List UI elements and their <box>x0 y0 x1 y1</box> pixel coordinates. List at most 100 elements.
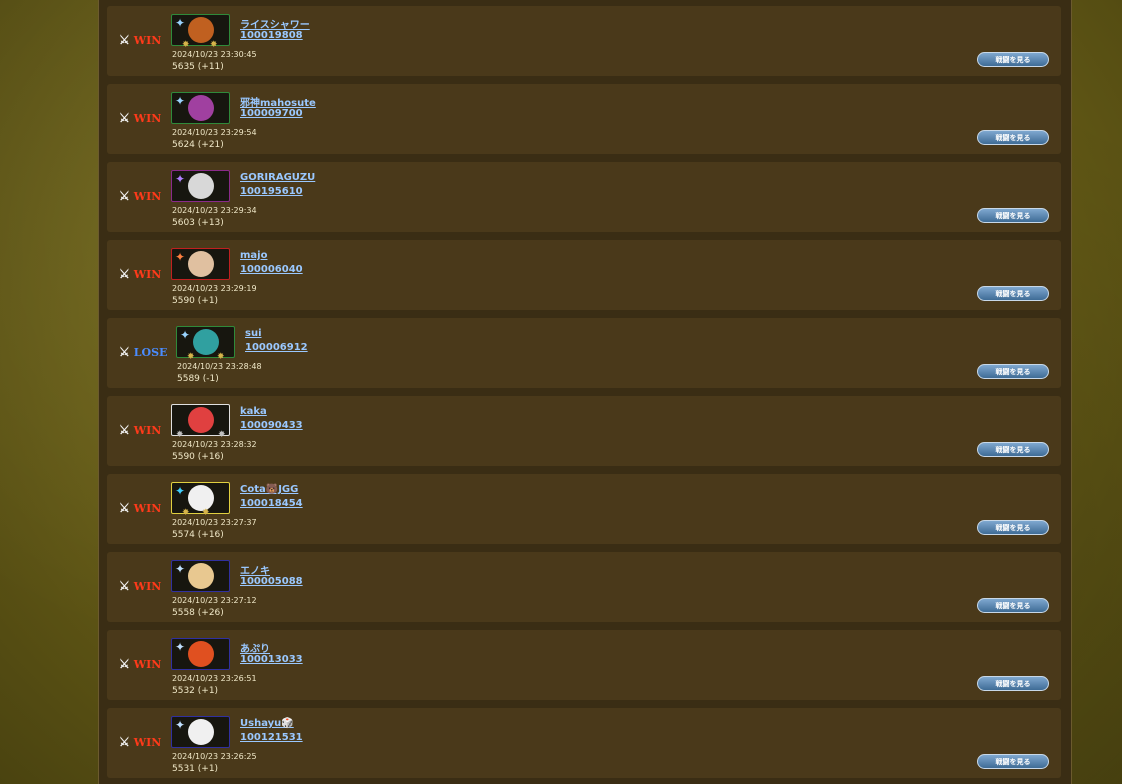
rating-change: 5590 (+1) <box>172 296 219 306</box>
result-label: ⚔ WIN <box>119 267 162 281</box>
default-user-icon <box>188 173 214 199</box>
player-id-link[interactable]: 100195610 <box>240 186 303 197</box>
player-name-link[interactable]: Cota🐻JGG <box>240 484 298 495</box>
rank-badge-icon: ✸ <box>218 430 226 440</box>
watch-battle-button[interactable]: 戦闘を見る <box>977 442 1049 457</box>
player-id-link[interactable]: 100005088 <box>240 576 303 587</box>
match-row: ⚔ WIN ✦ Ushayu🎲 100121531 2024/10/23 23:… <box>107 708 1061 778</box>
player-avatar[interactable]: ✦ <box>171 248 230 280</box>
result-label: ⚔ WIN <box>119 501 162 515</box>
crossed-swords-icon: ⚔ <box>119 345 130 359</box>
watch-battle-button[interactable]: 戦闘を見る <box>977 520 1049 535</box>
match-row: ⚔ WIN ✸ ✸ kaka 100090433 2024/10/23 23:2… <box>107 396 1061 466</box>
player-avatar[interactable]: ✦ <box>171 716 230 748</box>
player-name-link[interactable]: 邪神mahosute <box>240 94 316 109</box>
crossed-swords-icon: ⚔ <box>119 423 130 437</box>
rank-badge-icon: ✸ <box>210 40 218 50</box>
player-id-link[interactable]: 100121531 <box>240 732 303 743</box>
avatar-face-icon <box>188 485 214 511</box>
match-timestamp: 2024/10/23 23:28:48 <box>177 362 262 371</box>
player-name-link[interactable]: sui <box>245 328 262 339</box>
rank-badge-icon: ✸ <box>182 40 190 50</box>
rank-badge-icon: ✸ <box>182 508 190 518</box>
rating-change: 5589 (-1) <box>177 374 219 384</box>
player-name-link[interactable]: kaka <box>240 406 267 417</box>
result-label: ⚔ WIN <box>119 111 162 125</box>
crossed-swords-icon: ⚔ <box>119 189 130 203</box>
rank-badge-icon: ✸ <box>217 352 225 362</box>
rating-change: 5531 (+1) <box>172 764 219 774</box>
crossed-swords-icon: ⚔ <box>119 33 130 47</box>
match-row: ⚔ WIN ✦ ✸ ✸ ライスシャワー 100019808 2024/10/23… <box>107 6 1061 76</box>
player-name-link[interactable]: あぷり <box>240 640 270 655</box>
crossed-swords-icon: ⚔ <box>119 267 130 281</box>
result-label: ⚔ WIN <box>119 657 162 671</box>
player-id-link[interactable]: 100090433 <box>240 420 303 431</box>
match-timestamp: 2024/10/23 23:26:25 <box>172 752 257 761</box>
match-row: ⚔ LOSE ✦ ✸ ✸ sui 100006912 2024/10/23 23… <box>107 318 1061 388</box>
rank-badge-icon: ✸ <box>202 508 210 518</box>
player-name-link[interactable]: Ushayu🎲 <box>240 718 294 729</box>
match-row: ⚔ WIN ✦ 邪神mahosute 100009700 2024/10/23 … <box>107 84 1061 154</box>
rank-badge-icon: ✸ <box>176 430 184 440</box>
watch-battle-button[interactable]: 戦闘を見る <box>977 208 1049 223</box>
player-id-link[interactable]: 100009700 <box>240 108 303 119</box>
match-timestamp: 2024/10/23 23:26:51 <box>172 674 257 683</box>
match-row: ⚔ WIN ✦ majo 100006040 2024/10/23 23:29:… <box>107 240 1061 310</box>
watch-battle-button[interactable]: 戦闘を見る <box>977 598 1049 613</box>
player-avatar[interactable]: ✦ <box>171 560 230 592</box>
character-icon: ✦ <box>175 16 186 30</box>
watch-battle-button[interactable]: 戦闘を見る <box>977 286 1049 301</box>
result-label: ⚔ WIN <box>119 423 162 437</box>
rating-change: 5532 (+1) <box>172 686 219 696</box>
avatar-face-icon <box>193 329 219 355</box>
crossed-swords-icon: ⚔ <box>119 735 130 749</box>
match-timestamp: 2024/10/23 23:27:12 <box>172 596 257 605</box>
rating-change: 5624 (+21) <box>172 140 224 150</box>
player-avatar[interactable]: ✦ <box>171 638 230 670</box>
crossed-swords-icon: ⚔ <box>119 657 130 671</box>
character-icon: ✦ <box>175 250 186 264</box>
crossed-swords-icon: ⚔ <box>119 111 130 125</box>
result-label: ⚔ WIN <box>119 579 162 593</box>
character-icon: ✦ <box>175 640 186 654</box>
player-name-link[interactable]: GORIRAGUZU <box>240 172 315 183</box>
character-icon: ✦ <box>175 718 186 732</box>
player-avatar[interactable]: ✸ ✸ <box>171 404 230 440</box>
player-name-link[interactable]: majo <box>240 250 267 261</box>
player-id-link[interactable]: 100006912 <box>245 342 308 353</box>
rank-badge-icon: ✸ <box>187 352 195 362</box>
character-icon: ✦ <box>175 562 186 576</box>
player-avatar[interactable]: ✦ ✸ ✸ <box>171 482 230 518</box>
character-icon: ✦ <box>175 484 186 498</box>
player-id-link[interactable]: 100019808 <box>240 30 303 41</box>
player-avatar[interactable]: ✦ ✸ ✸ <box>171 14 230 50</box>
watch-battle-button[interactable]: 戦闘を見る <box>977 130 1049 145</box>
player-id-link[interactable]: 100006040 <box>240 264 303 275</box>
match-timestamp: 2024/10/23 23:30:45 <box>172 50 257 59</box>
player-id-link[interactable]: 100018454 <box>240 498 303 509</box>
player-name-link[interactable]: ライスシャワー <box>240 16 310 31</box>
rating-change: 5590 (+16) <box>172 452 224 462</box>
watch-battle-button[interactable]: 戦闘を見る <box>977 52 1049 67</box>
player-name-link[interactable]: エノキ <box>240 562 270 577</box>
match-row: ⚔ WIN ✦ ✸ ✸ Cota🐻JGG 100018454 2024/10/2… <box>107 474 1061 544</box>
watch-battle-button[interactable]: 戦闘を見る <box>977 364 1049 379</box>
match-timestamp: 2024/10/23 23:27:37 <box>172 518 257 527</box>
match-timestamp: 2024/10/23 23:28:32 <box>172 440 257 449</box>
rating-change: 5574 (+16) <box>172 530 224 540</box>
player-avatar[interactable]: ✦ ✸ ✸ <box>176 326 235 362</box>
match-timestamp: 2024/10/23 23:29:54 <box>172 128 257 137</box>
player-id-link[interactable]: 100013033 <box>240 654 303 665</box>
player-avatar[interactable]: ✦ <box>171 92 230 124</box>
avatar-face-icon <box>188 563 214 589</box>
player-avatar[interactable]: ✦ <box>171 170 230 202</box>
watch-battle-button[interactable]: 戦闘を見る <box>977 676 1049 691</box>
crossed-swords-icon: ⚔ <box>119 501 130 515</box>
result-label: ⚔ WIN <box>119 189 162 203</box>
avatar-face-icon <box>188 407 214 433</box>
match-row: ⚔ WIN ✦ エノキ 100005088 2024/10/23 23:27:1… <box>107 552 1061 622</box>
result-label: ⚔ WIN <box>119 735 162 749</box>
result-label: ⚔ WIN <box>119 33 162 47</box>
watch-battle-button[interactable]: 戦闘を見る <box>977 754 1049 769</box>
